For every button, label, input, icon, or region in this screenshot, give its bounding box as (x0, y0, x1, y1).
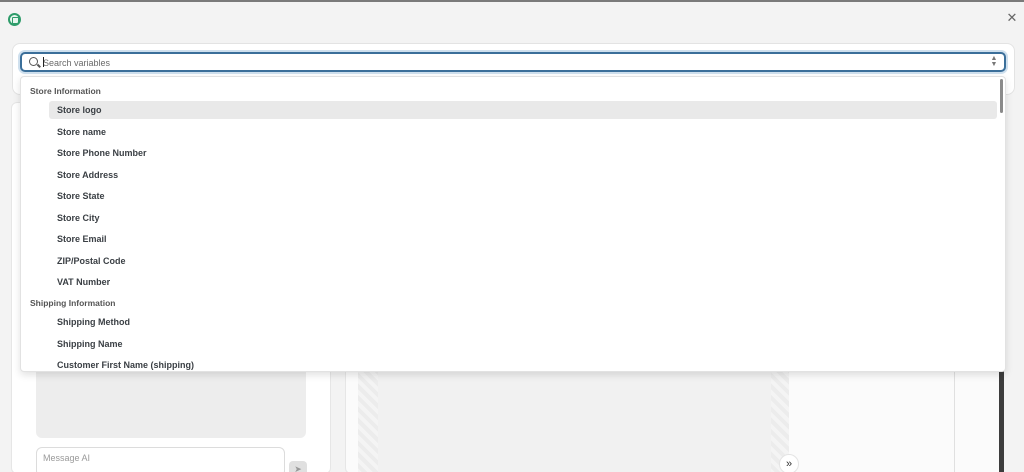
canvas-margin-left (358, 370, 378, 472)
search-input[interactable] (43, 55, 973, 70)
option-store-state[interactable]: Store State (49, 187, 997, 205)
option-store-city[interactable]: Store City (49, 209, 997, 227)
app-logo-icon (8, 13, 21, 26)
right-scrollbar[interactable] (999, 370, 1004, 472)
option-store-name[interactable]: Store name (49, 123, 997, 141)
option-store-logo[interactable]: Store logo (49, 101, 997, 119)
up-down-chevron-icon[interactable]: ▲ ▼ (989, 55, 999, 69)
group-heading-shipping-information: Shipping Information (30, 298, 116, 308)
text-cursor (43, 57, 44, 67)
option-zip-postal-code[interactable]: ZIP/Postal Code (49, 252, 997, 270)
chat-history-area (36, 370, 306, 438)
message-ai-input[interactable]: Message AI (36, 447, 285, 472)
option-store-phone-number[interactable]: Store Phone Number (49, 144, 997, 162)
variable-dropdown-list[interactable]: Store Information Store logo Store name … (20, 76, 1006, 372)
option-shipping-method[interactable]: Shipping Method (49, 313, 997, 331)
option-store-email[interactable]: Store Email (49, 230, 997, 248)
design-canvas[interactable] (378, 370, 771, 472)
option-shipping-name[interactable]: Shipping Name (49, 335, 997, 353)
panel-divider (954, 370, 955, 472)
option-vat-number[interactable]: VAT Number (49, 273, 997, 291)
dropdown-scrollbar[interactable] (1000, 79, 1003, 113)
group-heading-store-information: Store Information (30, 86, 101, 96)
double-chevron-right-icon[interactable]: » (779, 454, 799, 472)
option-store-address[interactable]: Store Address (49, 166, 997, 184)
modal-window: ✕ Message AI ➤ » ▲▼ Store Information St… (0, 0, 1024, 472)
variable-search-combobox[interactable]: ▲▼ (20, 52, 1006, 72)
option-customer-first-name-shipping[interactable]: Customer First Name (shipping) (49, 356, 997, 371)
search-icon (29, 57, 38, 66)
close-icon[interactable]: ✕ (1005, 10, 1019, 26)
send-icon[interactable]: ➤ (289, 461, 307, 472)
